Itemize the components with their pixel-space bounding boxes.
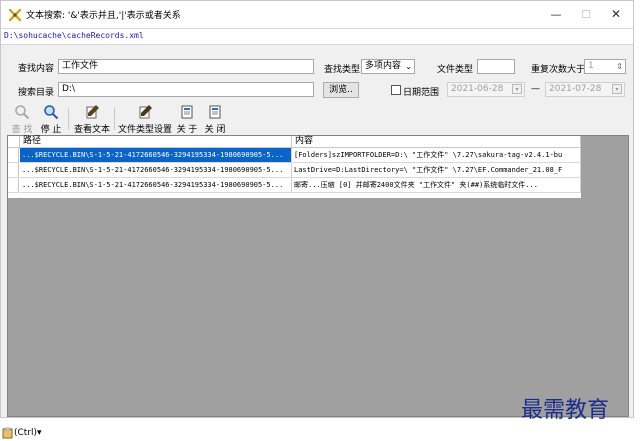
date-to-value: 2021-07-28 [549,84,602,94]
stop-search-icon [44,105,59,120]
date-from-picker[interactable]: 2021-06-28 ▾ [447,82,525,97]
repeat-count-value: 1 [588,61,594,71]
table-cell-path[interactable]: ...$RECYCLE.BIN\S-1-5-21-4172660546-3294… [20,148,292,163]
toolbar-separator [68,108,69,130]
file-type-label: 文件类型 [437,65,474,75]
column-header-path[interactable]: 路径 [20,136,292,148]
window-title: 文本搜索: '&'表示并且,'|'表示或者关系 [26,11,181,21]
row-selector[interactable] [8,148,19,163]
stop-label: 停 止 [40,125,62,135]
find-label: 查 找 [11,125,33,135]
search-dir-input[interactable]: D:\ [58,82,314,97]
table-cell-content[interactable]: LastDrive=D:LastDirectory=\ "工作文件" \7.27… [292,163,581,178]
table-cell-path[interactable]: ...$RECYCLE.BIN\S-1-5-21-4172660546-3294… [20,178,292,193]
calendar-icon: ▾ [612,84,622,94]
date-separator: — [531,84,540,94]
repeat-count-label: 重复次数大于 [531,65,586,75]
date-to-picker[interactable]: 2021-07-28 ▾ [545,82,625,97]
title-bar[interactable]: 文本搜索: '&'表示并且,'|'表示或者关系 — ☐ ✕ [1,1,633,28]
repeat-count-stepper[interactable]: 1 ⇕ [584,59,626,74]
results-grid[interactable]: 路径 内容 ...$RECYCLE.BIN\S-1-5-21-417266054… [7,135,629,417]
view-text-button[interactable]: 查看文本 [73,104,111,135]
browse-button[interactable]: 浏览.. [323,82,359,98]
view-text-icon [86,105,99,119]
content-label: 查找内容 [18,64,55,74]
watermark-text: 最需教育 [521,398,610,423]
path-bar: D:\sohucache\cacheRecords.xml [1,28,633,45]
find-type-label: 查找类型 [324,65,361,75]
chevron-down-icon: ⌄ [405,62,412,71]
table-cell-content[interactable]: 邮寄...压缩 [0] 并邮寄2400文件夹 "工作文件" 夹(##)系统临时文… [292,178,581,193]
search-window: 文本搜索: '&'表示并且,'|'表示或者关系 — ☐ ✕ D:\sohucac… [0,0,634,418]
file-type-settings-label: 文件类型设置 [118,125,173,135]
clipboard-icon [2,427,13,439]
row-selector[interactable] [8,163,19,178]
paste-label: (Ctrl) [14,428,38,438]
date-range-checkbox[interactable] [391,85,401,95]
view-text-label: 查看文本 [73,125,110,135]
calendar-icon: ▾ [512,84,522,94]
chevron-down-icon: ▾ [37,428,42,438]
toolbar-separator [114,108,115,130]
row-header-corner [8,136,20,148]
results-table: 路径 内容 ...$RECYCLE.BIN\S-1-5-21-417266054… [8,136,581,198]
table-cell-path[interactable]: ...$RECYCLE.BIN\S-1-5-21-4172660546-3294… [20,163,292,178]
about-icon [181,105,193,119]
date-range-label: 日期范围 [403,88,440,98]
row-selector[interactable] [8,178,19,193]
about-label: 关 于 [176,125,198,135]
file-type-settings-button[interactable]: 文件类型设置 [118,104,173,135]
content-input[interactable]: 工作文件 [58,59,314,74]
minimize-button[interactable]: — [541,1,571,27]
about-button[interactable]: 关 于 [175,104,199,135]
close-button[interactable]: 关 闭 [203,104,227,135]
find-type-value: 多项内容 [365,61,402,71]
filetype-settings-icon [139,105,152,119]
search-dir-label: 搜索目录 [18,88,55,98]
date-from-value: 2021-06-28 [451,84,504,94]
spin-arrows-icon: ⇕ [616,62,623,71]
find-button[interactable]: 查 找 [11,104,33,135]
app-icon [8,8,22,22]
close-window-button[interactable]: ✕ [601,1,631,27]
close-label: 关 闭 [204,125,226,135]
column-header-content[interactable]: 内容 [292,136,581,148]
file-type-input[interactable] [477,59,515,74]
toolbar: 查 找 停 止 查看文本 文件类型设置 关 于 关 闭 [1,104,633,135]
magnifier-icon [15,105,30,120]
close-doc-icon [209,105,221,119]
maximize-button[interactable]: ☐ [571,1,601,27]
table-cell-content[interactable]: [Folders]szIMPORTFOLDER=D:\ "工作文件" \7.27… [292,148,581,163]
find-type-select[interactable]: 多项内容 ⌄ [361,59,415,74]
paste-options-button[interactable]: (Ctrl) ▾ [2,426,42,440]
current-path: D:\sohucache\cacheRecords.xml [4,31,144,40]
stop-button[interactable]: 停 止 [39,104,63,135]
